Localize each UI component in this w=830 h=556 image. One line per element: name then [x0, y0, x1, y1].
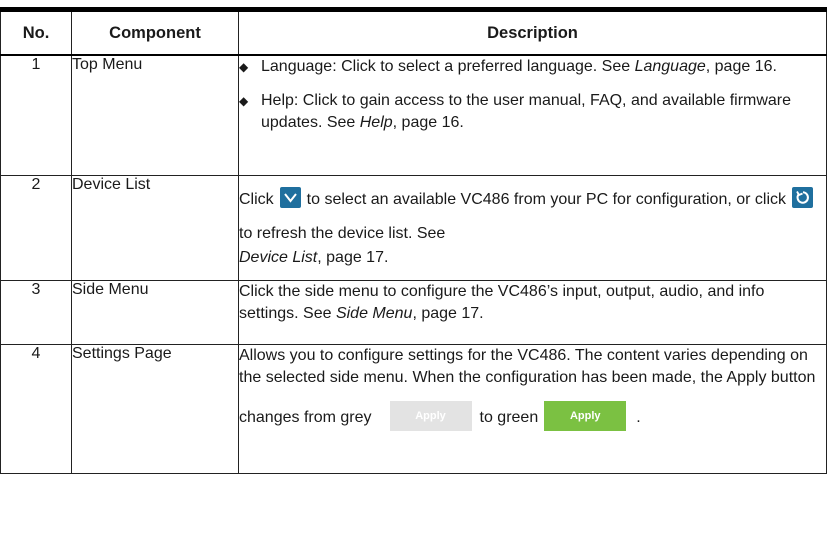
description-text-tail: .	[636, 409, 641, 426]
list-item: Language: Click to select a preferred la…	[239, 56, 826, 78]
apply-button-green-sample: Apply	[544, 400, 627, 431]
bullet-text-tail: , page 16.	[392, 114, 464, 131]
component-name: Side Menu	[71, 280, 239, 345]
description-text-tail: , page 17.	[412, 305, 484, 322]
component-table: No. Component Description 1 Top Menu Lan…	[0, 7, 827, 474]
description-text: Click the side menu to configure the VC4…	[239, 283, 765, 322]
bullet-text-tail: , page 16.	[705, 58, 777, 75]
description-text: to select an available VC486 from your P…	[306, 191, 787, 208]
table-row: 1 Top Menu Language: Click to select a p…	[0, 54, 827, 176]
bullet-text: Language: Click to select a preferred la…	[261, 58, 635, 75]
list-item: Help: Click to gain access to the user m…	[239, 90, 826, 134]
row-number: 4	[0, 344, 72, 474]
cross-reference: Device List	[239, 249, 318, 266]
description-text: Allows you to configure settings for the…	[239, 347, 816, 386]
description-text: to refresh the device list. See	[239, 225, 446, 242]
component-name: Settings Page	[71, 344, 239, 474]
cross-reference: Side Menu	[335, 305, 413, 322]
header-description: Description	[238, 7, 827, 56]
cross-reference: Help	[359, 114, 393, 131]
component-name: Device List	[71, 175, 239, 281]
component-name: Top Menu	[71, 54, 239, 176]
description-cell: Allows you to configure settings for the…	[238, 344, 827, 474]
apply-button-grey-sample: Apply	[389, 400, 472, 431]
refresh-icon	[792, 187, 814, 209]
row-number: 2	[0, 175, 72, 281]
document-page: No. Component Description 1 Top Menu Lan…	[0, 0, 830, 556]
description-text: Click	[239, 191, 274, 208]
row-number: 3	[0, 280, 72, 345]
description-cell: Click the side menu to configure the VC4…	[238, 280, 827, 345]
description-text: changes from grey	[239, 409, 372, 426]
description-cell: Click to select an available VC486 from y…	[238, 175, 827, 281]
description-text: to green	[479, 409, 539, 426]
table-row: 3 Side Menu Click the side menu to confi…	[0, 280, 827, 345]
description-cell: Language: Click to select a preferred la…	[238, 54, 827, 176]
diamond-bullet-icon	[239, 56, 248, 78]
description-text-tail: , page 17.	[317, 249, 389, 266]
row-number: 1	[0, 54, 72, 176]
header-no: No.	[0, 7, 72, 56]
table-row: 2 Device List Click to select an availabl…	[0, 175, 827, 281]
chevron-down-icon	[279, 187, 301, 209]
diamond-bullet-icon	[239, 90, 248, 112]
table-row: 4 Settings Page Allows you to configure …	[0, 344, 827, 474]
table-header-row: No. Component Description	[0, 7, 827, 56]
cross-reference: Language	[634, 58, 706, 75]
header-component: Component	[71, 7, 239, 56]
bullet-text: Help: Click to gain access to the user m…	[261, 92, 792, 131]
